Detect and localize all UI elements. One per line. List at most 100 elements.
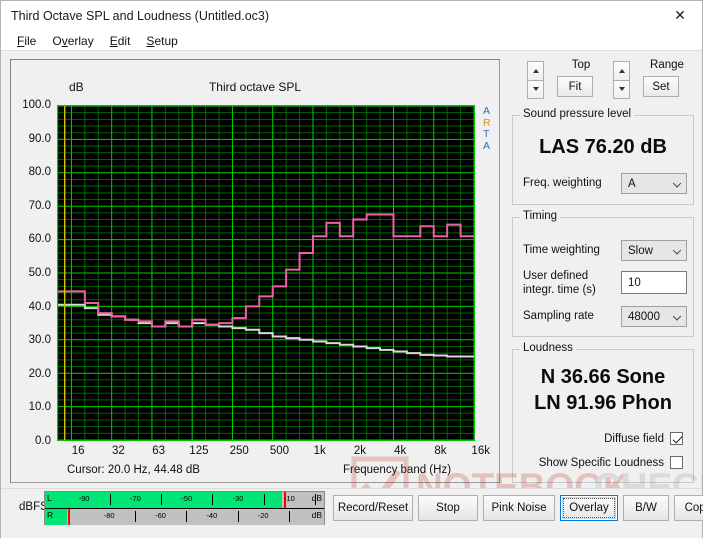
level-meters: L dB -90 -70 -50 -30 -10 R dB -80 -60 -40 -20 <box>44 491 325 525</box>
show-specific-loudness-checkbox[interactable] <box>670 456 683 469</box>
button-record-reset[interactable]: Record/Reset <box>333 495 413 521</box>
button-stop[interactable]: Stop <box>418 495 478 521</box>
meter-tick-label: -50 <box>181 494 193 503</box>
freq-weighting-select[interactable]: A <box>621 173 687 194</box>
diffuse-field-label: Diffuse field <box>604 432 664 445</box>
x-axis-tick: 63 <box>152 445 166 457</box>
menu-bar: File Overlay Edit Setup <box>1 31 702 51</box>
top-spinner-down-button[interactable] <box>527 80 544 99</box>
menu-item-file[interactable]: File <box>9 33 44 49</box>
level-meter-right-unit: dB <box>311 510 322 520</box>
set-button[interactable]: Set <box>643 76 679 97</box>
y-axis-labels: 100.0 90.0 80.0 70.0 60.0 50.0 40.0 30.0 20.0 10.… <box>11 99 55 447</box>
menu-item-file-rest: ile <box>24 33 37 48</box>
menu-item-setup[interactable]: Setup <box>138 33 185 49</box>
chevron-down-icon <box>672 178 682 188</box>
button-b-w[interactable]: B/W <box>623 495 669 521</box>
meter-tick-mark <box>212 494 214 505</box>
y-axis-tick: 60.0 <box>28 233 51 246</box>
range-label: Range <box>650 59 684 71</box>
y-axis-tick: 70.0 <box>28 199 51 212</box>
cursor-readout: Cursor: 20.0 Hz, 44.48 dB <box>67 464 200 476</box>
level-meter-right: R dB -80 -60 -40 -20 <box>45 509 324 525</box>
x-axis-tick: 125 <box>189 445 209 457</box>
level-meter-left-channel: L <box>47 493 52 503</box>
chart-title: Third octave SPL <box>208 80 302 94</box>
meter-tick-label: -30 <box>232 494 244 503</box>
menu-item-overlay-rest: erlay <box>67 33 94 48</box>
button-overlay[interactable]: Overlay <box>560 495 618 521</box>
x-axis-tick: 2k <box>353 445 366 457</box>
button-pink-noise[interactable]: Pink Noise <box>483 495 555 521</box>
x-axis-tick: 250 <box>229 445 249 457</box>
level-meter-left-unit: dB <box>311 493 322 503</box>
menu-item-overlay[interactable]: Overlay <box>44 33 101 49</box>
spl-chart <box>58 106 474 440</box>
loudness-phon-value: LN 91.96 Phon <box>534 392 672 414</box>
meter-tick-label: -90 <box>78 494 90 503</box>
plot-area[interactable] <box>57 105 475 441</box>
diffuse-field-checkbox-row[interactable]: Diffuse field <box>604 432 683 445</box>
level-meter-left: L dB -90 -70 -50 -30 -10 <box>45 492 324 508</box>
range-spinner[interactable] <box>613 61 630 99</box>
range-spinner-down-button[interactable] <box>613 80 630 99</box>
timing-group: Timing Time weighting Slow User defined … <box>512 210 694 337</box>
y-axis-tick: 90.0 <box>28 132 51 145</box>
close-icon[interactable]: ✕ <box>658 1 702 30</box>
top-spinner-up-button[interactable] <box>527 61 544 81</box>
range-spinner-up-button[interactable] <box>613 61 630 81</box>
meter-tick-mark <box>315 494 317 505</box>
level-meter-right-channel: R <box>47 510 54 520</box>
meter-tick-label: -70 <box>129 494 141 503</box>
y-axis-tick: 40.0 <box>28 300 51 313</box>
y-axis-tick: 10.0 <box>28 401 51 414</box>
menu-item-edit[interactable]: Edit <box>102 33 139 49</box>
chevron-down-icon <box>672 311 682 321</box>
triangle-up-icon <box>618 68 625 73</box>
sampling-rate-select[interactable]: 48000 <box>621 306 687 327</box>
meter-tick-mark <box>186 511 188 522</box>
window-title: Third Octave SPL and Loudness (Untitled.… <box>11 9 270 23</box>
arta-logo-t: T <box>483 128 490 140</box>
top-spinner[interactable] <box>527 61 544 99</box>
chevron-down-icon <box>672 245 682 255</box>
show-specific-loudness-checkbox-row[interactable]: Show Specific Loudness <box>539 456 683 469</box>
time-weighting-label: Time weighting <box>523 244 600 256</box>
timing-group-title: Timing <box>520 210 561 222</box>
y-axis-tick: 30.0 <box>28 334 51 347</box>
triangle-down-icon <box>532 87 539 92</box>
show-specific-loudness-label: Show Specific Loudness <box>538 456 664 469</box>
meter-tick-label: -20 <box>257 511 269 520</box>
loudness-group-title: Loudness <box>520 342 576 354</box>
meter-tick-mark <box>237 511 239 522</box>
level-meter-right-peak <box>67 509 70 525</box>
meter-tick-mark <box>109 494 111 505</box>
spl-group-title: Sound pressure level <box>520 108 635 120</box>
time-weighting-value: Slow <box>628 244 653 257</box>
y-axis-tick: 100.0 <box>22 99 51 111</box>
integr-time-label-line2: integr. time (s) <box>523 284 596 296</box>
app-window: Third Octave SPL and Loudness (Untitled.… <box>0 0 703 538</box>
x-axis-tick: 4k <box>394 445 407 457</box>
fit-button[interactable]: Fit <box>557 76 593 97</box>
y-axis-tick: 80.0 <box>28 166 51 179</box>
time-weighting-select[interactable]: Slow <box>621 240 687 261</box>
loudness-sone-value: N 36.66 Sone <box>540 366 666 388</box>
top-label: Top <box>571 59 591 71</box>
integr-time-input[interactable]: 10 <box>621 271 687 294</box>
x-axis-tick: 500 <box>269 445 289 457</box>
x-axis-tick: 16k <box>471 445 490 457</box>
sampling-rate-value: 48000 <box>628 310 660 323</box>
meter-tick-mark <box>134 511 136 522</box>
top-control-group: Top Fit <box>527 59 607 103</box>
meter-tick-label: -10 <box>283 494 295 503</box>
x-axis-labels: 16 32 63 125 250 500 1k 2k 4k 8k 16k <box>11 445 501 463</box>
arta-logo-a2: A <box>483 139 491 152</box>
sampling-rate-label: Sampling rate <box>523 310 594 322</box>
diffuse-field-checkbox[interactable] <box>670 432 683 445</box>
arta-logo: A R T A <box>483 105 491 152</box>
button-copy[interactable]: Copy <box>674 495 703 521</box>
bottom-bar: dBFS L dB -90 -70 -50 -30 -10 R dB -80 -60 -40… <box>1 488 703 538</box>
freq-weighting-label: Freq. weighting <box>523 177 602 189</box>
chart-panel: dB Third octave SPL 100.0 90.0 80.0 70.0 60.… <box>10 59 500 483</box>
